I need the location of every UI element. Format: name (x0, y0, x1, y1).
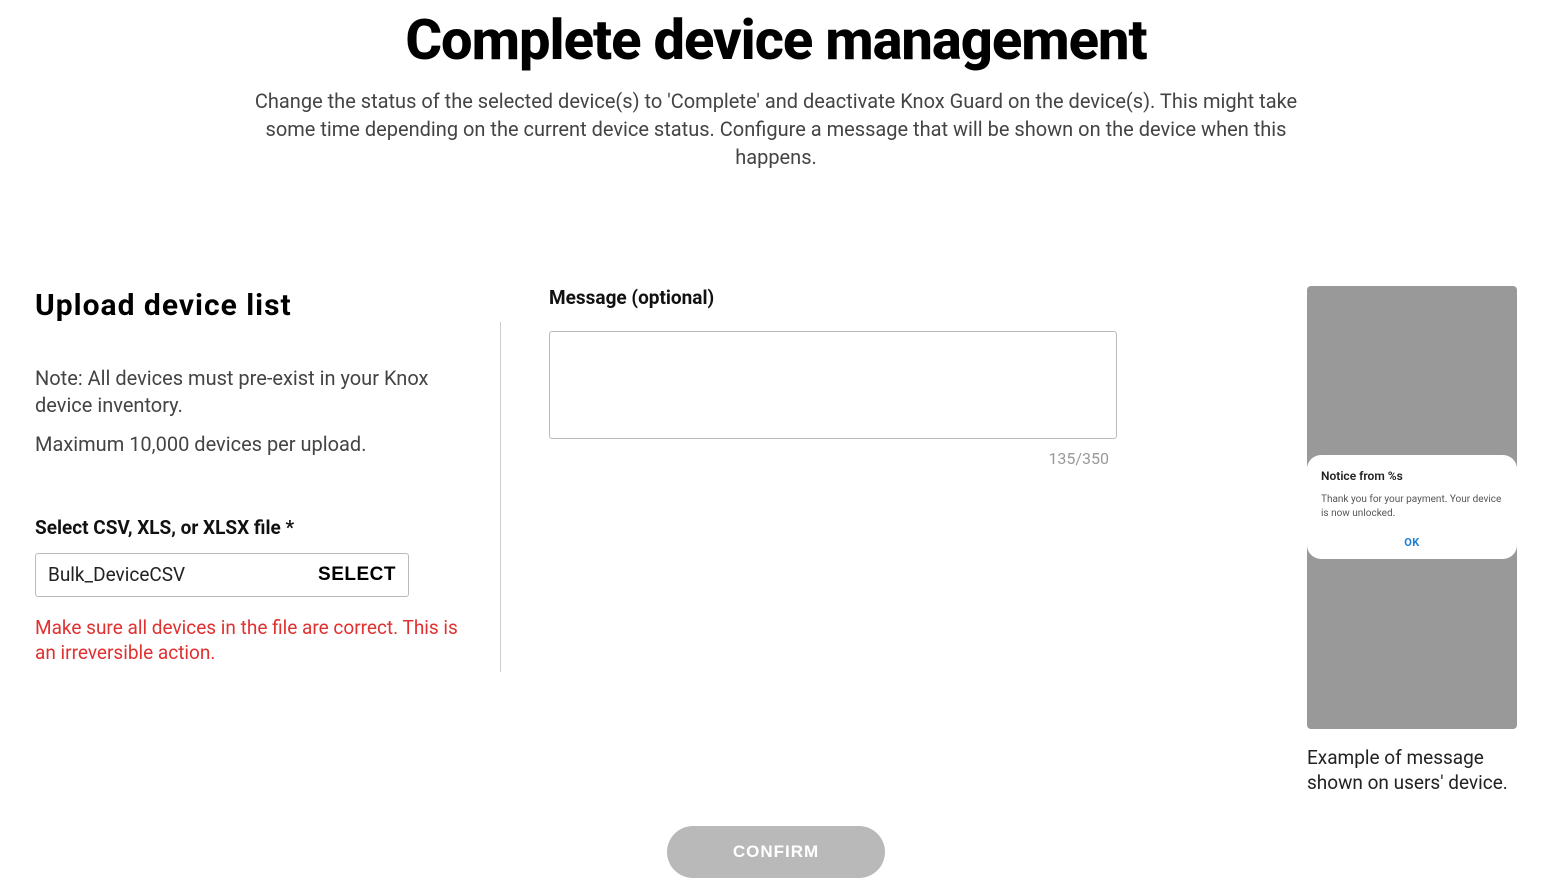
preview-dialog-ok: OK (1321, 536, 1503, 549)
upload-section: Upload device list Note: All devices mus… (35, 286, 500, 796)
preview-dialog-title: Notice from %s (1321, 469, 1503, 483)
page-subtitle: Change the status of the selected device… (246, 87, 1306, 171)
preview-dialog: Notice from %s Thank you for your paymen… (1307, 455, 1517, 559)
selected-file-name: Bulk_DeviceCSV (48, 563, 185, 586)
phone-mockup: Notice from %s Thank you for your paymen… (1307, 286, 1517, 729)
upload-heading: Upload device list (35, 288, 465, 323)
preview-dialog-body: Thank you for your payment. Your device … (1321, 493, 1503, 520)
file-input-row[interactable]: Bulk_DeviceCSV SELECT (35, 553, 409, 597)
upload-note-inventory: Note: All devices must pre-exist in your… (35, 365, 465, 419)
message-label: Message (optional) (549, 286, 1307, 309)
irreversible-warning: Make sure all devices in the file are co… (35, 615, 465, 666)
file-select-label: Select CSV, XLS, or XLSX file * (35, 516, 465, 539)
content-row: Upload device list Note: All devices mus… (35, 286, 1517, 796)
message-textarea[interactable] (549, 331, 1117, 439)
char-count: 135/350 (549, 449, 1109, 468)
page-header: Complete device management Change the st… (35, 0, 1517, 171)
message-section: Message (optional) 135/350 (501, 286, 1307, 796)
footer: CONFIRM (35, 826, 1517, 878)
select-file-button[interactable]: SELECT (318, 564, 396, 586)
upload-note-max: Maximum 10,000 devices per upload. (35, 431, 465, 458)
page-title: Complete device management (35, 10, 1517, 72)
confirm-button[interactable]: CONFIRM (667, 826, 885, 878)
preview-section: Notice from %s Thank you for your paymen… (1307, 286, 1517, 796)
preview-caption: Example of message shown on users' devic… (1307, 745, 1517, 796)
